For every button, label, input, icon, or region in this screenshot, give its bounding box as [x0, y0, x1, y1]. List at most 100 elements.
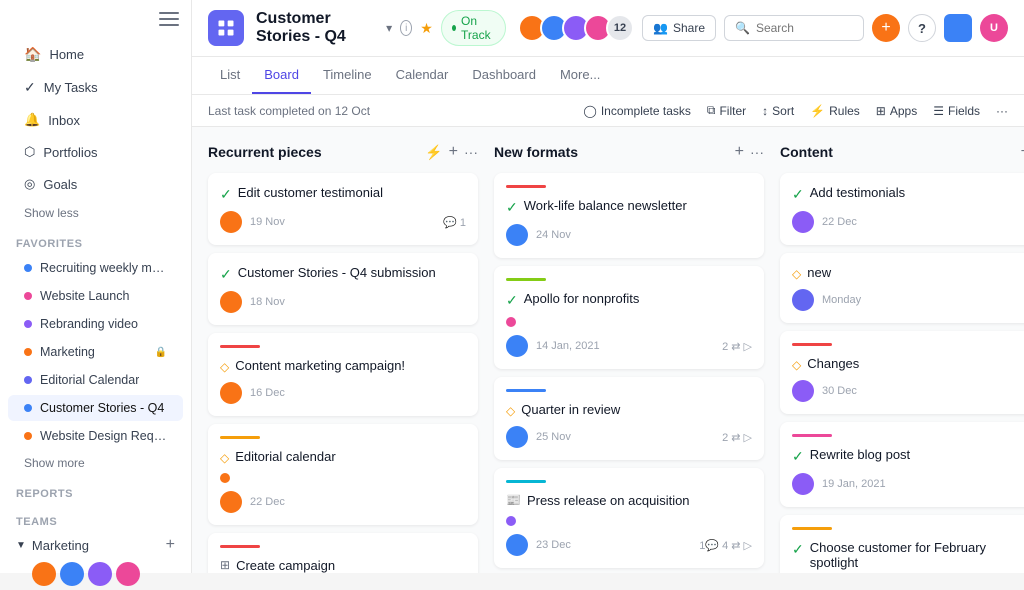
menu-toggle[interactable] [159, 12, 179, 26]
card-text: Editorial calendar [235, 449, 335, 464]
tab-more[interactable]: More... [548, 57, 612, 94]
card-avatar [506, 335, 528, 357]
tag-dot [506, 516, 516, 526]
check-icon: ✓ [792, 448, 804, 465]
search-bar[interactable]: 🔍 [724, 15, 864, 41]
card-title-quarter: ◇ Quarter in review [506, 402, 752, 418]
card-avatar [792, 289, 814, 311]
favorites-label-5: Customer Stories - Q4 [40, 401, 164, 415]
favorites-dot-2 [24, 320, 32, 328]
column-recurrent-pieces: Recurrent pieces ⚡ + ··· ✓ Edit customer… [208, 143, 478, 557]
rules-button[interactable]: ⚡ Rules [810, 104, 860, 118]
column-title-new-formats: New formats [494, 144, 729, 160]
card-date: Monday [822, 294, 1024, 306]
check-icon: ✓ [506, 199, 518, 216]
favorites-item-4[interactable]: Editorial Calendar [8, 367, 183, 393]
card-avatar [220, 291, 242, 313]
card-footer: 23 Dec 1💬 4 ⇄ ▷ [506, 534, 752, 556]
favorites-item-1[interactable]: Website Launch [8, 283, 183, 309]
fields-button[interactable]: ☰ Fields [933, 104, 980, 118]
favorites-item-6[interactable]: Website Design Reque... [8, 423, 183, 449]
tab-board[interactable]: Board [252, 57, 311, 94]
check-icon: ✓ [792, 541, 804, 558]
favorites-label-4: Editorial Calendar [40, 373, 139, 387]
user-avatar[interactable]: U [980, 14, 1008, 42]
grid-icon: ⊞ [220, 558, 230, 572]
card-editorial-calendar: ◇ Editorial calendar 22 Dec [208, 424, 478, 525]
card-title-edit-testimonial: ✓ Edit customer testimonial [220, 185, 466, 203]
favorites-item-2[interactable]: Rebranding video [8, 311, 183, 337]
sidebar-item-portfolios[interactable]: ⬡ Portfolios [8, 137, 183, 167]
sidebar-goals-label: Goals [43, 177, 77, 192]
status-text: On Track [461, 14, 495, 42]
search-input[interactable] [756, 21, 853, 35]
favorites-item-3[interactable]: Marketing 🔒 [8, 339, 183, 365]
more-button[interactable]: ··· [996, 104, 1008, 118]
share-button[interactable]: 👥 Share [642, 15, 716, 41]
column-header-content: Content + ··· [780, 143, 1024, 161]
card-quarter-review: ◇ Quarter in review 25 Nov 2 ⇄ ▷ [494, 377, 764, 460]
card-footer: 30 Dec [792, 380, 1024, 402]
add-button[interactable]: + [872, 14, 900, 42]
team-avatar-2 [60, 562, 84, 586]
sort-label: Sort [772, 104, 794, 118]
card-create-campaign: ⊞ Create campaign [208, 533, 478, 573]
apps-button[interactable]: ⊞ Apps [876, 104, 917, 118]
incomplete-tasks-button[interactable]: ◯ Incomplete tasks [583, 104, 690, 118]
favorites-dot-6 [24, 432, 32, 440]
card-text: Work-life balance newsletter [524, 198, 687, 213]
tag-dot [220, 473, 230, 483]
card-footer: 19 Nov 💬 1 [220, 211, 466, 233]
theme-button[interactable] [944, 14, 972, 42]
column-add-button-new-formats[interactable]: + [735, 143, 744, 161]
column-add-button-content[interactable]: + [1021, 143, 1024, 161]
card-date: 19 Jan, 2021 [822, 478, 1024, 490]
incomplete-tasks-label: Incomplete tasks [601, 104, 691, 118]
sidebar-item-home[interactable]: 🏠 Home [8, 39, 183, 70]
card-date: 24 Nov [536, 229, 752, 241]
tab-timeline[interactable]: Timeline [311, 57, 384, 94]
card-text: Edit customer testimonial [238, 185, 383, 200]
tab-list[interactable]: List [208, 57, 252, 94]
card-date: 30 Dec [822, 385, 1024, 397]
sort-button[interactable]: ↕ Sort [762, 104, 794, 118]
card-avatar [506, 534, 528, 556]
sidebar-item-inbox[interactable]: 🔔 Inbox [8, 105, 183, 135]
star-icon[interactable]: ★ [420, 20, 433, 37]
card-meta: 2 ⇄ ▷ [722, 431, 752, 444]
show-more-toggle[interactable]: Show more [8, 452, 183, 474]
search-icon: 🔍 [735, 21, 750, 35]
card-title-add-testimonials: ✓ Add testimonials [792, 185, 1024, 203]
team-add-button[interactable]: + [166, 536, 175, 554]
card-new: ◇ new Monday [780, 253, 1024, 323]
column-more-button-new-formats[interactable]: ··· [750, 144, 764, 160]
tab-calendar[interactable]: Calendar [384, 57, 461, 94]
team-marketing-header[interactable]: ▼ Marketing + [16, 536, 175, 554]
sidebar-item-my-tasks[interactable]: ✓ My Tasks [8, 72, 183, 103]
card-date: 14 Jan, 2021 [536, 340, 714, 352]
column-add-button-recurrent[interactable]: + [449, 143, 458, 161]
info-button[interactable]: i [400, 20, 412, 36]
filter-button[interactable]: ⧉ Filter [707, 103, 746, 118]
fields-icon: ☰ [933, 104, 944, 118]
column-header-recurrent: Recurrent pieces ⚡ + ··· [208, 143, 478, 161]
favorites-item-0[interactable]: Recruiting weekly mee... [8, 255, 183, 281]
apps-icon: ⊞ [876, 104, 886, 118]
diamond-icon: ◇ [792, 267, 801, 281]
title-chevron-icon[interactable]: ▾ [386, 21, 392, 35]
help-button[interactable]: ? [908, 14, 936, 42]
color-bar [792, 343, 832, 346]
card-comment: 💬 1 [443, 216, 466, 229]
toolbar-last-task: Last task completed on 12 Oct [208, 104, 370, 118]
tab-dashboard[interactable]: Dashboard [460, 57, 548, 94]
favorites-dot-3 [24, 348, 32, 356]
card-rewrite-blog: ✓ Rewrite blog post 19 Jan, 2021 [780, 422, 1024, 507]
show-less-toggle[interactable]: Show less [8, 202, 183, 224]
toolbar-info: Last task completed on 12 Oct [208, 104, 571, 118]
column-more-button-recurrent[interactable]: ··· [464, 144, 478, 160]
card-date: 25 Nov [536, 431, 714, 443]
favorites-label-2: Rebranding video [40, 317, 138, 331]
favorites-item-5[interactable]: Customer Stories - Q4 [8, 395, 183, 421]
reports-section-header: Reports [0, 476, 191, 504]
sidebar-item-goals[interactable]: ◎ Goals [8, 169, 183, 199]
